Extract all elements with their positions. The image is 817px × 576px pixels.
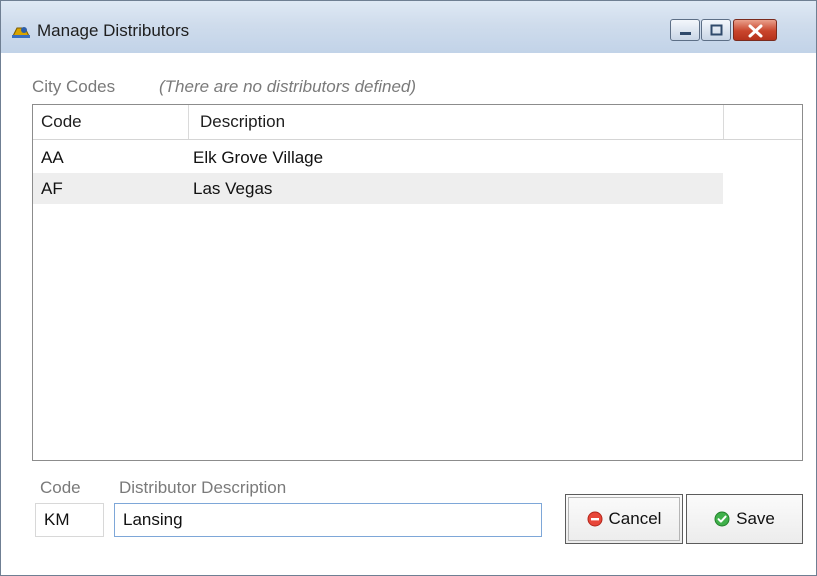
row-code: AF bbox=[41, 179, 63, 198]
maximize-button[interactable] bbox=[701, 19, 731, 41]
window-title: Manage Distributors bbox=[37, 21, 190, 40]
row-code: AA bbox=[41, 148, 64, 167]
city-codes-label: City Codes bbox=[32, 77, 116, 96]
row-description: Las Vegas bbox=[193, 179, 273, 198]
cancel-icon bbox=[587, 511, 603, 527]
close-icon bbox=[748, 24, 763, 38]
code-label: Code bbox=[40, 478, 81, 497]
close-button[interactable] bbox=[733, 19, 777, 41]
no-distributors-message: (There are no distributors defined) bbox=[159, 77, 417, 96]
cancel-button[interactable]: Cancel bbox=[565, 494, 683, 544]
manage-distributors-window: Manage Distributors City Codes (There ar… bbox=[0, 0, 817, 576]
city-codes-grid[interactable]: Code Description AA Elk Grove Village AF… bbox=[32, 104, 803, 461]
cancel-button-label: Cancel bbox=[608, 509, 662, 528]
distributor-description-field[interactable] bbox=[114, 503, 542, 537]
distributor-app-icon bbox=[11, 24, 31, 39]
table-row-selected[interactable]: AF Las Vegas bbox=[33, 173, 723, 204]
column-divider[interactable] bbox=[188, 105, 189, 139]
code-field[interactable] bbox=[35, 503, 104, 537]
column-divider[interactable] bbox=[723, 105, 724, 139]
title-bar[interactable]: Manage Distributors bbox=[1, 1, 816, 53]
grid-header: Code Description bbox=[33, 105, 802, 140]
column-header-code[interactable]: Code bbox=[41, 105, 181, 139]
check-icon bbox=[714, 511, 730, 527]
minimize-icon bbox=[680, 32, 691, 35]
distributor-description-label: Distributor Description bbox=[119, 478, 287, 497]
table-row[interactable]: AA Elk Grove Village bbox=[33, 142, 723, 173]
save-button[interactable]: Save bbox=[686, 494, 803, 544]
save-button-label: Save bbox=[736, 509, 775, 528]
column-header-description[interactable]: Description bbox=[200, 105, 700, 139]
row-description: Elk Grove Village bbox=[193, 148, 324, 167]
maximize-icon bbox=[710, 24, 723, 36]
minimize-button[interactable] bbox=[670, 19, 700, 41]
